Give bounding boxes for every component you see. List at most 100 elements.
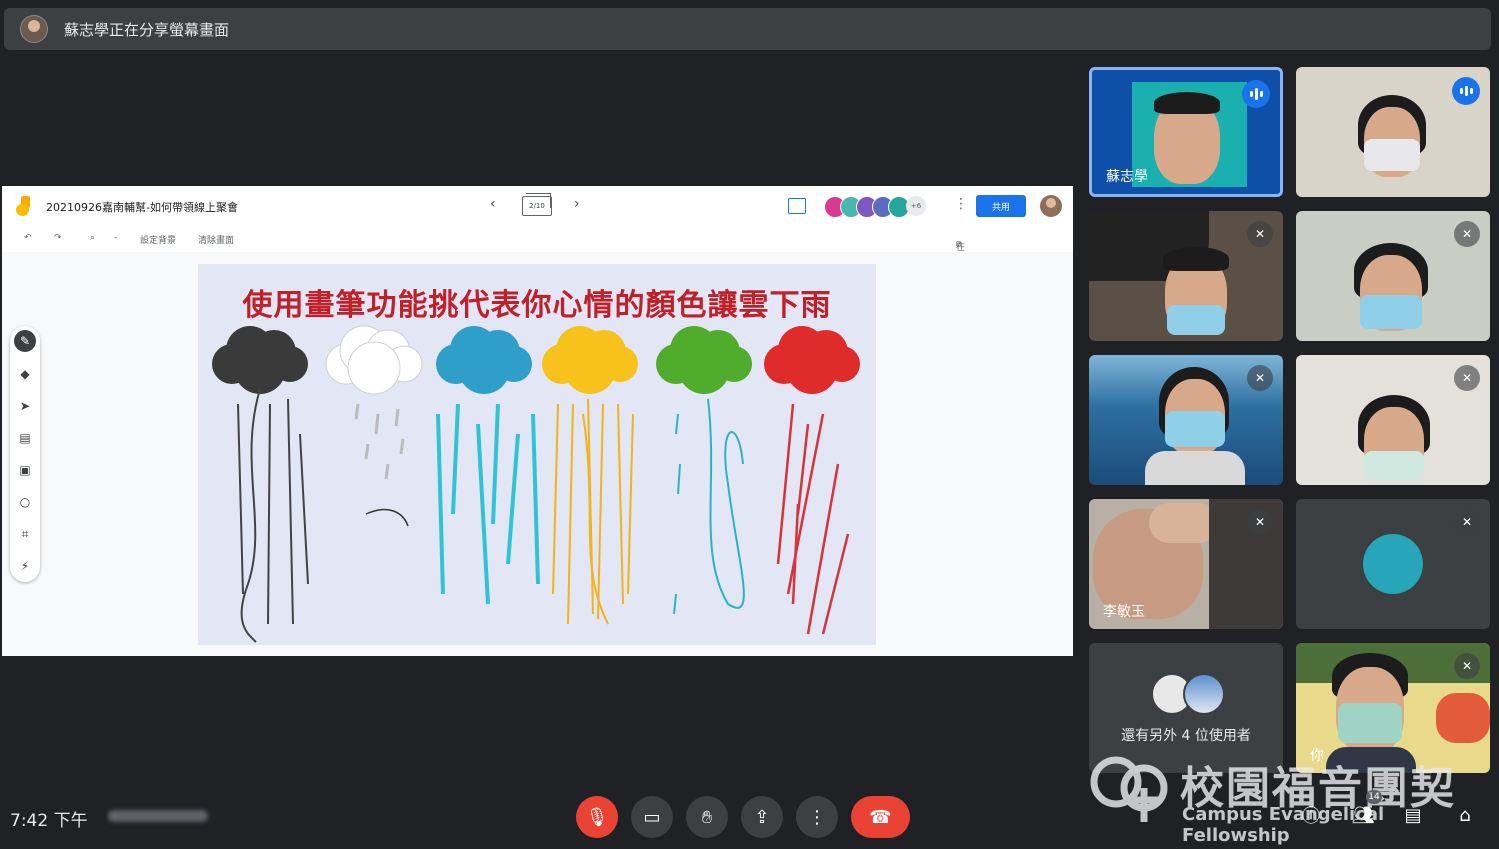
people-icon[interactable]: 👥︎	[1350, 802, 1376, 828]
participant-tile[interactable]: ✕	[1296, 355, 1490, 485]
pen-icon[interactable]: ✎	[14, 330, 36, 352]
hand-icon: ✋︎	[701, 806, 713, 828]
jamboard-account-avatar[interactable]	[1040, 195, 1062, 217]
participant-mask	[1338, 703, 1402, 743]
frame-indicator[interactable]: 2/10	[522, 193, 552, 216]
next-frame-icon[interactable]: ›	[574, 196, 580, 212]
rain-strokes-red	[776, 403, 850, 635]
mic-off-icon: 🎙︎	[585, 806, 609, 828]
cloud-5	[656, 326, 752, 394]
share-label: 共用	[991, 202, 1010, 213]
jamboard-share-button[interactable]: 共用	[976, 195, 1026, 217]
jamboard-frame[interactable]: 使用畫筆功能挑代表你心情的顏色讓雲下雨	[198, 264, 876, 645]
cloud-2	[325, 325, 423, 395]
participant-tile[interactable]: ✕	[1296, 211, 1490, 341]
jamboard-logo-icon	[16, 196, 32, 216]
more-participants-tile[interactable]: 還有另外 4 位使用者	[1089, 643, 1283, 773]
plush-toy	[1436, 693, 1490, 743]
end-call-button[interactable]: ☎︎	[851, 796, 910, 838]
camera-toggle-button[interactable]: ▭	[631, 796, 673, 838]
more-users-text: 還有另外 4 位使用者	[1121, 728, 1251, 744]
mic-off-icon: ✕	[1247, 221, 1273, 247]
presenter-avatar	[20, 15, 48, 43]
participant-tile[interactable]: ✕	[1089, 211, 1283, 341]
eraser-icon[interactable]: ◆	[17, 366, 33, 382]
speaking-indicator-icon	[1242, 80, 1270, 108]
meeting-controls: 7:42 下午 🎙︎ ▭ ✋︎ ⇪ ⋮ ☎︎ ⓘ 👥︎ 14 ▤ ⌂	[0, 780, 1499, 849]
participant-name: 你	[1310, 748, 1324, 764]
participant-mask	[1364, 451, 1424, 481]
participant-mask	[1165, 411, 1225, 447]
participant-avatar	[1363, 534, 1423, 594]
select-icon[interactable]: ➤	[17, 398, 33, 414]
participant-hair	[1154, 92, 1220, 114]
participant-tile[interactable]: ✕ 你	[1296, 643, 1490, 773]
participant-hair	[1163, 247, 1229, 271]
clear-frame-button[interactable]: 清除畫面	[198, 233, 234, 246]
image-icon[interactable]: ▣	[17, 462, 33, 478]
cloud-6	[764, 326, 860, 394]
jamboard-title[interactable]: 20210926嘉南輔幫-如何帶領線上聚會	[46, 199, 238, 215]
rain-strokes-black	[237, 388, 309, 643]
rain-strokes-yellow	[552, 398, 634, 625]
participant-mask	[1167, 305, 1225, 335]
people-count-badge: 14	[1366, 790, 1382, 804]
viewer-count: +6	[906, 196, 926, 216]
view-mode-icon[interactable]	[788, 198, 806, 214]
rain-strokes-blue	[436, 403, 540, 605]
meeting-time: 7:42 下午	[10, 811, 88, 831]
activities-icon[interactable]: ⌂	[1452, 802, 1478, 828]
drawing-tools: ✎ ◆ ➤ ▤ ▣ ○ ⌗ ⚡	[10, 326, 40, 582]
cloud-drawing[interactable]	[198, 264, 876, 645]
jamboard-more-icon[interactable]: ⋮	[954, 196, 968, 212]
laser-icon[interactable]: ⚡	[17, 558, 33, 574]
mic-off-icon: ✕	[1454, 221, 1480, 247]
zoom-level[interactable]: -	[114, 233, 117, 243]
more-icon: ⋮	[808, 806, 826, 828]
meeting-code-blurred	[108, 810, 208, 822]
raise-hand-button[interactable]: ✋︎	[686, 796, 728, 838]
set-background-button[interactable]: 設定背景	[140, 233, 176, 246]
participant-shirt	[1326, 747, 1416, 773]
chat-icon[interactable]: ▤	[1400, 802, 1426, 828]
end-call-icon: ☎︎	[869, 806, 892, 828]
more-options-button[interactable]: ⋮	[796, 796, 838, 838]
participant-tile[interactable]: 蘇志學	[1089, 67, 1283, 197]
redo-icon[interactable]: ↷	[54, 233, 62, 243]
presentation-banner: 蘇志學正在分享螢幕畫面	[4, 8, 1491, 50]
participant-name: 李敏玉	[1103, 604, 1145, 620]
presenting-text: 蘇志學正在分享螢幕畫面	[64, 20, 230, 39]
shared-screen[interactable]: 20210926嘉南輔幫-如何帶領線上聚會 ‹ 2/10 › +6 ⋮ 共用 ↶…	[2, 186, 1073, 656]
zoom-icon[interactable]: ⌕	[90, 233, 95, 243]
present-button[interactable]: ⇪	[741, 796, 783, 838]
undo-icon[interactable]: ↶	[24, 233, 32, 243]
sticky-note-icon[interactable]: ▤	[17, 430, 33, 446]
mic-off-icon: ✕	[1454, 365, 1480, 391]
jamboard-toolbar: ↶ ↷ ⌕ - 設定背景 清除畫面 ⧉ 在 Jamboard 上開啟	[24, 233, 999, 276]
shape-icon[interactable]: ○	[17, 494, 33, 510]
mic-toggle-button[interactable]: 🎙︎	[576, 796, 618, 838]
participant-tile[interactable]: ✕	[1089, 355, 1283, 485]
text-box-icon[interactable]: ⌗	[17, 526, 33, 542]
participant-tile[interactable]	[1296, 67, 1490, 197]
participant-mask	[1360, 295, 1422, 329]
prev-frame-icon[interactable]: ‹	[490, 196, 496, 212]
present-icon: ⇪	[754, 806, 770, 828]
rain-strokes-white	[354, 403, 405, 480]
participant-tile[interactable]: ✕ 李敏玉	[1089, 499, 1283, 629]
camera-icon: ▭	[643, 806, 661, 828]
speaking-indicator-icon	[1452, 77, 1480, 105]
participant-mask	[1364, 139, 1420, 171]
mic-off-icon: ✕	[1454, 653, 1480, 679]
mic-off-icon: ✕	[1247, 365, 1273, 391]
rain-strokes-teal	[673, 398, 745, 615]
info-icon[interactable]: ⓘ	[1298, 802, 1324, 828]
jamboard-header: 20210926嘉南輔幫-如何帶領線上聚會 ‹ 2/10 › +6 ⋮ 共用	[2, 186, 1073, 226]
cloud-1	[212, 326, 308, 394]
participant-shirt	[1145, 451, 1245, 485]
cloud-3	[436, 326, 532, 394]
mic-off-icon: ✕	[1247, 509, 1273, 535]
participant-name: 蘇志學	[1106, 169, 1148, 185]
mic-off-icon: ✕	[1454, 509, 1480, 535]
cloud-4	[542, 326, 638, 394]
